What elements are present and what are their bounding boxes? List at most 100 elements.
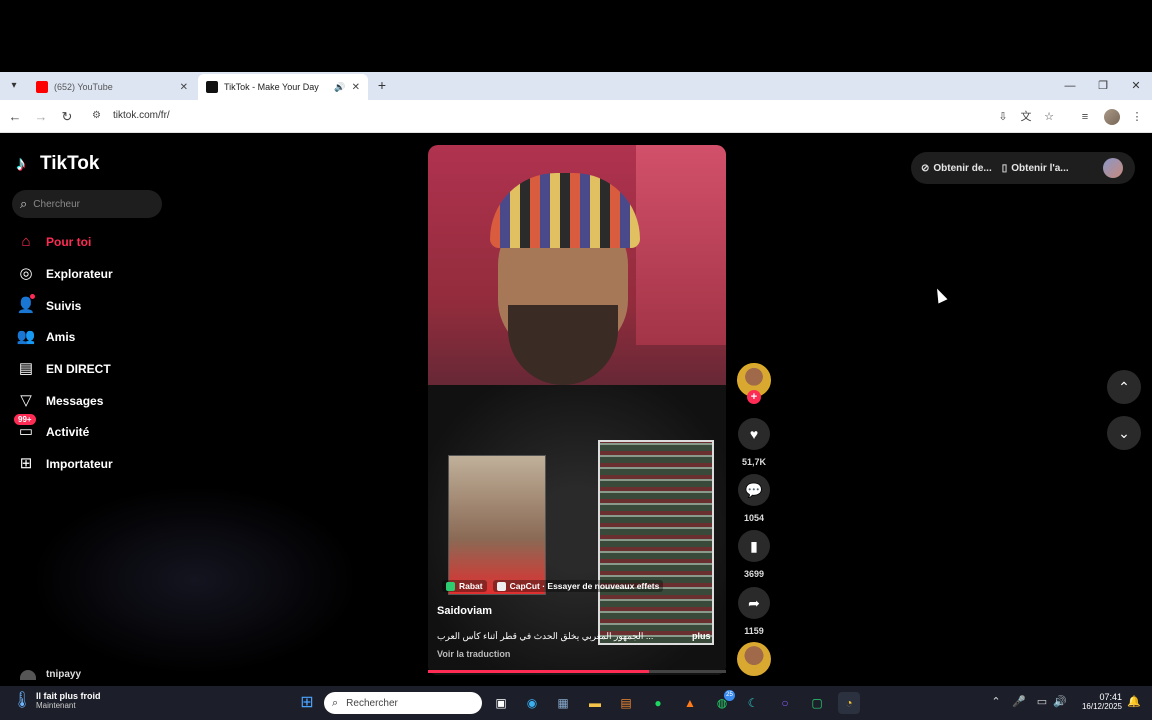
pill-label: Obtenir l'a... bbox=[1011, 162, 1069, 174]
avatar bbox=[20, 669, 36, 680]
effect-tag[interactable]: CapCut · Essayer de nouveaux effets bbox=[492, 580, 664, 592]
back-arrow-icon[interactable]: ← bbox=[6, 108, 24, 126]
search-icon: ⌕ bbox=[20, 196, 28, 211]
get-app-button[interactable]: ▯ Obtenir l'a... bbox=[1002, 163, 1069, 174]
activity-icon: ▭ bbox=[18, 423, 34, 440]
tab-label: TikTok - Make Your Day bbox=[224, 82, 319, 92]
nav-item-explore[interactable]: ◎ Explorateur bbox=[16, 264, 112, 284]
like-count: 51,7K bbox=[741, 457, 767, 467]
microphone-icon[interactable]: 🎤 bbox=[1011, 695, 1027, 708]
restore-icon[interactable]: ❐ bbox=[1093, 78, 1113, 94]
messages-icon: ▽ bbox=[20, 392, 32, 409]
translate-icon[interactable]: 文 bbox=[1018, 109, 1034, 125]
reading-list-icon[interactable]: ≡ bbox=[1077, 109, 1093, 125]
edge-icon[interactable]: ◉ bbox=[521, 692, 543, 714]
progress-fill bbox=[428, 670, 649, 673]
tab-tiktok[interactable]: TikTok - Make Your Day 🔊 ✕ bbox=[198, 74, 368, 100]
task-view-icon[interactable]: ▣ bbox=[490, 692, 512, 714]
nav-item-following[interactable]: 👤 Suivis bbox=[16, 294, 82, 316]
start-windows-icon[interactable]: ⊞ bbox=[296, 692, 318, 714]
nav-label: Messages bbox=[46, 394, 104, 408]
nav-item-activity[interactable]: ▭ 99+ Activité bbox=[14, 414, 89, 442]
reload-icon[interactable]: ↻ bbox=[58, 108, 76, 126]
clock[interactable]: 07:41 16/12/2025 bbox=[1074, 692, 1122, 711]
location-tag[interactable]: Rabat bbox=[442, 580, 487, 592]
user-avatar[interactable] bbox=[1103, 158, 1123, 178]
more-button[interactable]: plus bbox=[692, 631, 711, 641]
taskbar-search-placeholder: Rechercher bbox=[346, 697, 398, 709]
close-tab-icon[interactable]: ✕ bbox=[352, 82, 360, 93]
sidebar-followed-account[interactable]: tnipayy bbox=[20, 669, 81, 680]
get-coins-button[interactable]: ⊘ Obtenir de... bbox=[921, 163, 992, 174]
video-inset-stadium bbox=[598, 440, 714, 645]
phone-icon: ▯ bbox=[1001, 162, 1008, 174]
network-icon[interactable]: ▭ bbox=[1034, 695, 1050, 708]
music-disc[interactable] bbox=[737, 642, 771, 676]
tab-search-chevron-icon[interactable]: ▾ bbox=[6, 78, 22, 94]
comment-button[interactable]: 💬 bbox=[738, 474, 770, 506]
account-name: tnipayy bbox=[46, 669, 82, 680]
share-button[interactable]: ➦ bbox=[738, 587, 770, 619]
site-settings-icon[interactable]: ⚙ bbox=[92, 110, 104, 122]
new-tab-button[interactable]: + bbox=[374, 76, 390, 94]
store-icon[interactable]: ▦ bbox=[552, 692, 574, 714]
bookmark-star-icon[interactable]: ☆ bbox=[1041, 109, 1057, 125]
nav-item-messages[interactable]: ▽ Messages bbox=[16, 391, 103, 411]
nav-label: Pour toi bbox=[46, 235, 92, 249]
video-inset-left bbox=[448, 455, 546, 595]
video-author[interactable]: Saidoviam bbox=[437, 605, 492, 617]
browser-profile-avatar[interactable] bbox=[1104, 109, 1120, 125]
see-translation-link[interactable]: Voir la traduction bbox=[437, 649, 510, 659]
video-player[interactable] bbox=[428, 145, 726, 675]
previous-video-button[interactable]: ⌃ bbox=[1107, 370, 1141, 404]
tray-chevron-icon[interactable]: ⌃ bbox=[988, 695, 1004, 708]
search-input[interactable]: ⌕ Chercheur bbox=[12, 190, 162, 218]
taskbar: 🌡 Il fait plus froid Maintenant ⊞ ⌕ Rech… bbox=[0, 686, 1152, 720]
video-progress-bar[interactable] bbox=[428, 670, 726, 673]
tiktok-note-icon: ♪ bbox=[16, 153, 26, 175]
weather-widget[interactable]: 🌡 Il fait plus froid Maintenant bbox=[12, 690, 101, 710]
nav-item-for-you[interactable]: ⌂ Pour toi bbox=[16, 232, 91, 252]
app-purple-icon[interactable]: ○ bbox=[774, 692, 796, 714]
upload-icon: ⊞ bbox=[19, 455, 33, 472]
minimize-icon[interactable]: — bbox=[1060, 78, 1080, 94]
clock-date: 16/12/2025 bbox=[1081, 702, 1122, 711]
taskbar-search[interactable]: ⌕ Rechercher bbox=[324, 692, 482, 714]
speaker-icon[interactable]: 🔊 bbox=[334, 82, 345, 93]
menu-kebab-icon[interactable]: ⋮ bbox=[1129, 109, 1145, 125]
nav-label: Suivis bbox=[46, 299, 82, 313]
like-button[interactable]: ♥ bbox=[738, 418, 770, 450]
notification-bell-icon[interactable]: 🔔 bbox=[1126, 695, 1142, 708]
app-green-icon[interactable]: ▢ bbox=[806, 692, 828, 714]
clock-time: 07:41 bbox=[1099, 692, 1122, 702]
next-video-button[interactable]: ⌄ bbox=[1107, 416, 1141, 450]
compass-icon: ◎ bbox=[19, 265, 33, 282]
app-teal-icon[interactable]: ☾ bbox=[742, 692, 764, 714]
tiktok-logo[interactable]: ♪ TikTok bbox=[16, 153, 99, 175]
install-app-icon[interactable]: ⇩ bbox=[995, 109, 1011, 125]
url-text[interactable]: tiktok.com/fr/ bbox=[113, 110, 170, 121]
video-person-beard bbox=[508, 305, 618, 385]
location-pin-icon bbox=[446, 581, 455, 591]
live-icon: ▤ bbox=[18, 360, 34, 377]
youtube-favicon-icon bbox=[36, 81, 48, 93]
tab-youtube[interactable]: (652) YouTube ✕ bbox=[28, 74, 196, 100]
mouse-cursor bbox=[932, 286, 948, 304]
ms-store-icon[interactable]: ▤ bbox=[615, 692, 637, 714]
coin-icon: ⊘ bbox=[921, 162, 930, 174]
chrome-icon[interactable]: ◔ bbox=[838, 692, 860, 714]
file-explorer-icon[interactable]: ▬ bbox=[584, 692, 606, 714]
bookmark-button[interactable]: ▮ bbox=[738, 530, 770, 562]
app-orange-icon[interactable]: ▲ bbox=[679, 692, 701, 714]
close-window-icon[interactable]: ✕ bbox=[1126, 78, 1146, 94]
volume-icon[interactable]: 🔊 bbox=[1052, 695, 1068, 708]
nav-item-live[interactable]: ▤ EN DIRECT bbox=[16, 359, 111, 379]
close-tab-icon[interactable]: ✕ bbox=[180, 82, 188, 93]
video-description: الجمهور المغربي يخلق الحدث في قطر أثناء … bbox=[437, 631, 654, 641]
logo-text: TikTok bbox=[40, 153, 100, 174]
nav-item-friends[interactable]: 👥 Amis bbox=[16, 327, 76, 347]
spotify-icon[interactable]: ● bbox=[647, 692, 669, 714]
nav-item-upload[interactable]: ⊞ Importateur bbox=[16, 454, 113, 474]
forward-arrow-icon[interactable]: → bbox=[32, 108, 50, 126]
follow-plus-icon[interactable]: + bbox=[747, 390, 761, 404]
